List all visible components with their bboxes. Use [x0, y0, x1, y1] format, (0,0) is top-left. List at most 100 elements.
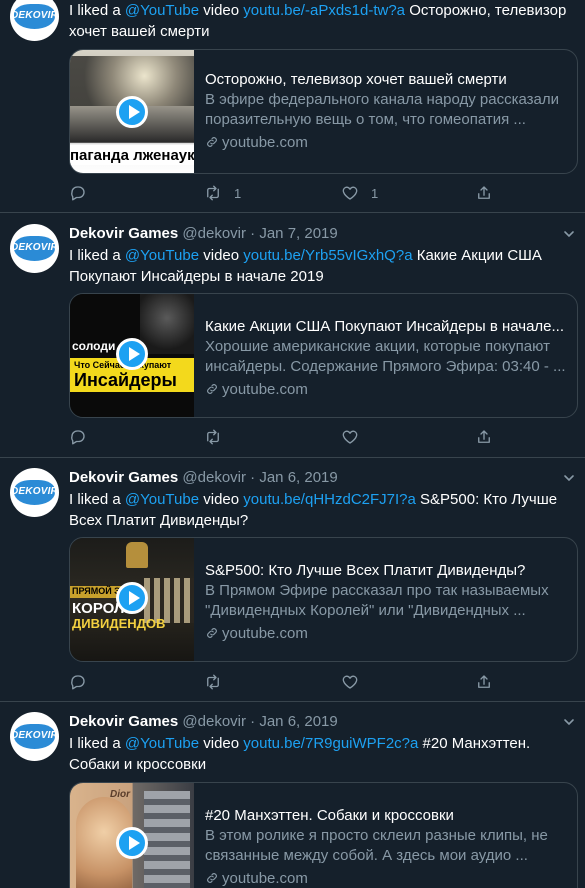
- separator-dot: ·: [250, 225, 256, 242]
- reply-icon: [71, 675, 85, 690]
- play-icon[interactable]: [116, 827, 148, 859]
- card-body: #20 Манхэттен. Собаки и кроссовки В этом…: [205, 806, 567, 888]
- avatar[interactable]: DEKOVIR: [10, 0, 59, 41]
- chevron-down-icon[interactable]: [563, 716, 575, 728]
- avatar-logo-text: DEKOVIR: [11, 486, 58, 497]
- video-url-link[interactable]: youtu.be/7R9guiWPF2c?a: [243, 735, 418, 752]
- mention-link[interactable]: @YouTube: [125, 2, 199, 19]
- card-domain: youtube.com: [205, 869, 567, 888]
- mention-link[interactable]: @YouTube: [125, 735, 199, 752]
- video-url-link[interactable]: youtu.be/Yrb55vIGxhQ?a: [243, 247, 412, 264]
- link-icon: [207, 137, 217, 147]
- reply-button[interactable]: [69, 427, 99, 447]
- like-button[interactable]: 1: [341, 183, 378, 203]
- separator-dot: ·: [250, 469, 256, 486]
- author-name[interactable]: Dekovir Games: [69, 713, 178, 730]
- card-title: #20 Манхэттен. Собаки и кроссовки: [205, 807, 454, 824]
- like-button[interactable]: [341, 427, 371, 447]
- link-icon: [207, 873, 217, 883]
- author-handle[interactable]: @dekovir: [182, 225, 246, 242]
- link-card[interactable]: Dior #20 Манхэттен. Собаки и кроссовки В…: [69, 782, 578, 888]
- tweet[interactable]: DEKOVIR Dekovir Games @dekovir · Jan 6, …: [0, 702, 585, 888]
- author-handle[interactable]: @dekovir: [182, 469, 246, 486]
- thumb-caption-text: Dior: [110, 789, 130, 800]
- play-icon[interactable]: [116, 96, 148, 128]
- link-card[interactable]: солоди Что Сейчас Покупают Инсайдеры Как…: [69, 293, 578, 418]
- link-card[interactable]: паганда лженауки Осторожно, телевизор хо…: [69, 49, 578, 174]
- card-title: Какие Акции США Покупают Инсайдеры в нач…: [205, 318, 565, 335]
- share-button[interactable]: [475, 183, 493, 203]
- tweet-text-prefix: I liked a: [69, 491, 125, 508]
- avatar[interactable]: DEKOVIR: [10, 712, 59, 761]
- like-button[interactable]: [341, 672, 371, 692]
- tweet-header: Dekovir Games @dekovir · Jan 6, 2019: [69, 468, 573, 488]
- retweet-button[interactable]: 1: [204, 183, 241, 203]
- retweet-icon: [207, 185, 219, 201]
- tweet-actions: 1 1: [69, 183, 509, 203]
- share-button[interactable]: [475, 672, 493, 692]
- reply-button[interactable]: [69, 183, 99, 203]
- tweet-header: Dekovir Games @dekovir · Jan 6, 2019: [69, 712, 573, 732]
- tweet-text-prefix: I liked a: [69, 735, 125, 752]
- reply-icon: [71, 430, 85, 445]
- tweet-date[interactable]: Jan 6, 2019: [259, 713, 337, 730]
- thumb-caption-text: паганда лженауки: [70, 147, 194, 164]
- card-thumbnail: солоди Что Сейчас Покупают Инсайдеры: [70, 294, 194, 417]
- tweet[interactable]: DEKOVIR Dekovir Games @dekovir · Jan 7, …: [0, 213, 585, 458]
- tweet-text-mid: video: [199, 491, 244, 508]
- card-description: В этом ролике я просто склеил разные кли…: [205, 827, 548, 864]
- tweet[interactable]: DEKOVIR I liked a @YouTube video youtu.b…: [0, 0, 585, 213]
- card-body: Осторожно, телевизор хочет вашей смерти …: [205, 70, 567, 153]
- play-icon[interactable]: [116, 582, 148, 614]
- card-domain-text: youtube.com: [222, 134, 308, 151]
- thumb-crown-shape: [126, 542, 148, 568]
- tweet-text-prefix: I liked a: [69, 2, 125, 19]
- author-handle[interactable]: @dekovir: [182, 713, 246, 730]
- thumb-top-text: солоди: [72, 339, 116, 353]
- tweet-text: I liked a @YouTube video youtu.be/-aPxds…: [69, 0, 573, 42]
- like-count: 1: [371, 185, 379, 201]
- thumb-caption-text-2: ДИВИДЕНДОВ: [72, 616, 166, 631]
- retweet-button[interactable]: [204, 672, 234, 692]
- thumb-caption-text: Инсайдеры: [74, 370, 177, 390]
- mention-link[interactable]: @YouTube: [125, 491, 199, 508]
- share-button[interactable]: [475, 427, 493, 447]
- author-name[interactable]: Dekovir Games: [69, 225, 178, 242]
- link-icon: [207, 628, 217, 638]
- timeline-feed: DEKOVIR I liked a @YouTube video youtu.b…: [0, 0, 585, 888]
- card-thumbnail: Dior: [70, 783, 194, 888]
- retweet-count: 1: [234, 185, 242, 201]
- tweet-actions: [69, 427, 509, 447]
- avatar[interactable]: DEKOVIR: [10, 468, 59, 517]
- video-url-link[interactable]: youtu.be/qHHzdC2FJ7I?a: [243, 491, 416, 508]
- play-icon[interactable]: [116, 338, 148, 370]
- card-description: Хорошие американские акции, которые поку…: [205, 338, 566, 375]
- retweet-button[interactable]: [204, 427, 234, 447]
- card-title: S&P500: Кто Лучше Всех Платит Дивиденды?: [205, 562, 526, 579]
- retweet-icon: [207, 674, 219, 690]
- avatar-logo-text: DEKOVIR: [11, 242, 58, 253]
- tweet[interactable]: DEKOVIR Dekovir Games @dekovir · Jan 6, …: [0, 458, 585, 702]
- card-thumbnail: ПРЯМОЙ ЭФ КОРОЛИ ДИВИДЕНДОВ: [70, 538, 194, 661]
- reply-button[interactable]: [69, 672, 99, 692]
- tweet-date[interactable]: Jan 7, 2019: [259, 225, 337, 242]
- heart-icon: [342, 186, 358, 200]
- chevron-down-icon[interactable]: [563, 472, 575, 484]
- card-title: Осторожно, телевизор хочет вашей смерти: [205, 71, 507, 88]
- avatar[interactable]: DEKOVIR: [10, 224, 59, 273]
- link-card[interactable]: ПРЯМОЙ ЭФ КОРОЛИ ДИВИДЕНДОВ S&P500: Кто …: [69, 537, 578, 662]
- mention-link[interactable]: @YouTube: [125, 247, 199, 264]
- video-url-link[interactable]: youtu.be/-aPxds1d-tw?a: [243, 2, 405, 19]
- tweet-header: Dekovir Games @dekovir · Jan 7, 2019: [69, 224, 573, 244]
- retweet-icon: [207, 429, 219, 445]
- card-domain: youtube.com: [205, 380, 567, 400]
- share-icon: [478, 675, 490, 688]
- card-domain: youtube.com: [205, 133, 567, 153]
- author-name[interactable]: Dekovir Games: [69, 469, 178, 486]
- card-domain-text: youtube.com: [222, 870, 308, 887]
- card-body: Какие Акции США Покупают Инсайдеры в нач…: [205, 317, 567, 400]
- chevron-down-icon[interactable]: [563, 228, 575, 240]
- tweet-text: I liked a @YouTube video youtu.be/Yrb55v…: [69, 245, 573, 287]
- tweet-date[interactable]: Jan 6, 2019: [259, 469, 337, 486]
- tweet-text-mid: video: [199, 2, 244, 19]
